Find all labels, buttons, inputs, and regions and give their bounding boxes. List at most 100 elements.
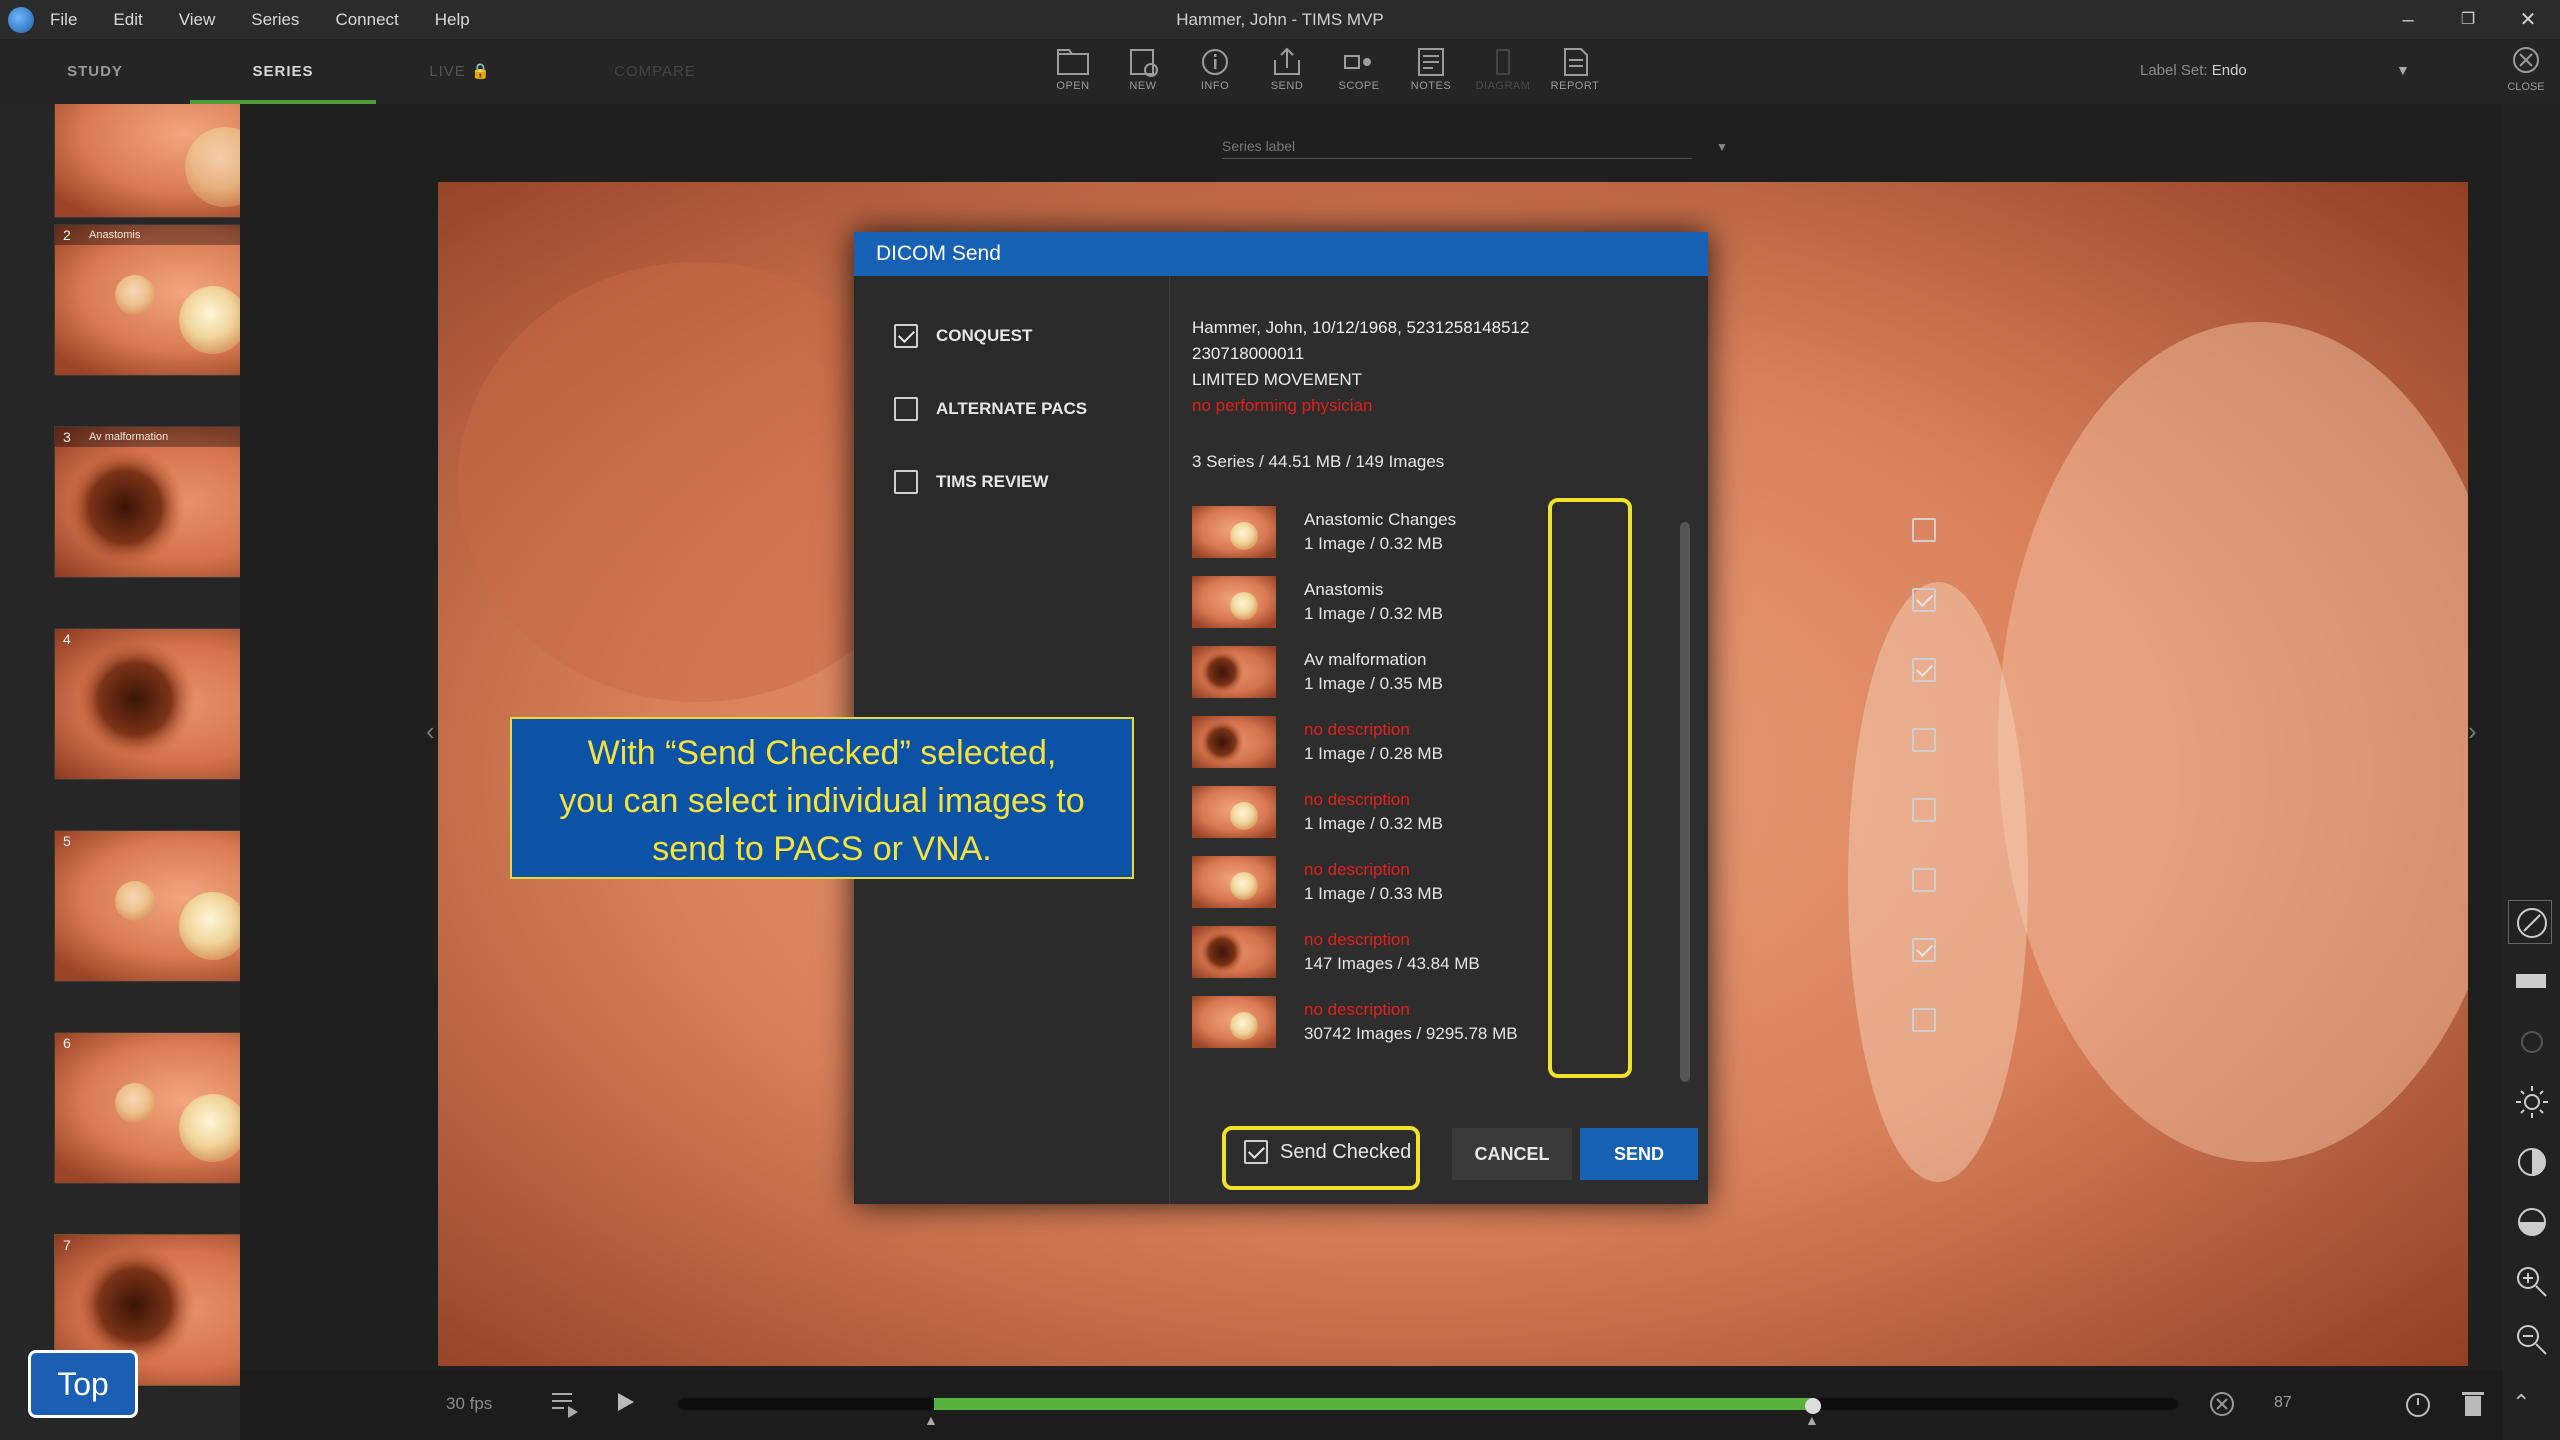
series-thumbnail[interactable]: 4 — [54, 628, 240, 780]
send-toolbar-label: SEND — [1270, 80, 1304, 92]
series-thumbnail[interactable]: 6 — [54, 1032, 240, 1184]
trash-icon[interactable] — [2460, 1388, 2486, 1423]
range-start-handle[interactable]: ▲ — [924, 1412, 938, 1428]
timer-glyph — [2406, 1393, 2430, 1417]
saturation-icon[interactable] — [2508, 1200, 2552, 1244]
cancel-button[interactable]: CANCEL — [1452, 1128, 1572, 1180]
series-thumbnail[interactable] — [54, 104, 240, 218]
fps-readout[interactable]: 30 fps — [446, 1394, 492, 1414]
series-row-size: 1 Image / 0.32 MB — [1304, 814, 1443, 833]
label-set-selector[interactable]: Label Set: Endo — [2140, 62, 2247, 79]
minimize-icon[interactable]: – — [2378, 0, 2438, 40]
notes-button[interactable]: NOTES — [1396, 44, 1466, 100]
destination-label: ALTERNATE PACS — [936, 399, 1088, 418]
contrast-glyph — [2518, 1148, 2546, 1176]
series-list-scrollbar[interactable] — [1680, 522, 1690, 1082]
checkbox-icon[interactable] — [894, 470, 918, 494]
send-button[interactable]: SEND — [1580, 1128, 1698, 1180]
destination-conquest[interactable]: CONQUEST — [894, 324, 1032, 348]
series-thumbnail[interactable]: 2 Anastomis — [54, 224, 240, 376]
thumbnail-name: Av malformation — [89, 431, 169, 443]
expand-up-icon[interactable]: ⌃ — [2512, 1390, 2530, 1416]
send-checked-highlight — [1222, 1126, 1420, 1190]
series-thumbnail[interactable]: 5 — [54, 830, 240, 982]
report-label: REPORT — [1550, 80, 1600, 92]
scope-icon — [1344, 55, 1371, 69]
series-thumbnail[interactable]: 3 Av malformation — [54, 426, 240, 578]
next-image-arrow-icon[interactable]: › — [2468, 716, 2477, 747]
checkbox-icon[interactable] — [1912, 518, 1936, 542]
tab-compare[interactable]: COMPARE — [600, 40, 710, 104]
close-study-label: CLOSE — [2507, 81, 2545, 93]
zoom-out-glyph — [2517, 1325, 2547, 1355]
checkbox-column-highlight — [1548, 498, 1632, 1078]
checkbox-checked-icon[interactable] — [1912, 658, 1936, 682]
thumbnail-number: 2 — [63, 227, 71, 243]
play-icon[interactable] — [614, 1390, 638, 1419]
new-button[interactable]: NEW — [1108, 44, 1178, 100]
report-icon — [1564, 48, 1588, 76]
diagram-button[interactable]: DIAGRAM — [1468, 44, 1538, 100]
report-button[interactable]: REPORT — [1540, 44, 1610, 100]
checkbox-icon[interactable] — [1912, 1008, 1936, 1032]
thumbnail-number: 3 — [63, 429, 71, 445]
diagram-icon — [1496, 49, 1510, 75]
checkbox-checked-icon[interactable] — [894, 324, 918, 348]
frame-number: 87 — [2274, 1394, 2292, 1411]
info-button[interactable]: INFO — [1180, 44, 1250, 100]
previous-image-arrow-icon[interactable]: ‹ — [426, 716, 435, 747]
tab-series[interactable]: SERIES — [190, 40, 376, 104]
clear-range-glyph — [2210, 1392, 2234, 1416]
snapshot-icon[interactable] — [2508, 1020, 2552, 1064]
snapshot-glyph — [2521, 1031, 2543, 1053]
series-row-name: no description — [1304, 720, 1410, 739]
diagram-label: DIAGRAM — [1475, 80, 1531, 92]
destination-alternate-pacs[interactable]: ALTERNATE PACS — [894, 397, 1087, 421]
open-button[interactable]: OPEN — [1038, 44, 1108, 100]
series-row-thumbnail — [1192, 576, 1276, 628]
contrast-icon[interactable] — [2508, 1140, 2552, 1184]
brightness-icon[interactable] — [2508, 1080, 2552, 1124]
checkbox-checked-icon[interactable] — [1912, 938, 1936, 962]
checkbox-icon[interactable] — [894, 397, 918, 421]
top-button[interactable]: Top — [28, 1350, 138, 1418]
tab-live-label: LIVE — [429, 63, 466, 80]
tab-study[interactable]: STUDY — [0, 40, 190, 104]
playlist-icon[interactable] — [550, 1388, 584, 1423]
maximize-icon[interactable]: ❐ — [2438, 0, 2498, 40]
info-icon — [1202, 49, 1228, 75]
send-toolbar-button[interactable]: SEND — [1252, 44, 1322, 100]
dialog-title: DICOM Send — [854, 232, 1708, 276]
folder-icon — [1057, 49, 1089, 75]
destination-tims-review[interactable]: TIMS REVIEW — [894, 470, 1048, 494]
range-end-handle[interactable]: ▲ — [1805, 1412, 1819, 1428]
playlist-glyph — [552, 1393, 578, 1418]
new-study-icon — [1130, 49, 1158, 77]
timer-icon[interactable] — [2404, 1390, 2432, 1423]
clear-range-icon[interactable] — [2208, 1390, 2236, 1423]
procedure-name: LIMITED MOVEMENT — [1192, 370, 1363, 389]
tab-live[interactable]: LIVE 🔒 — [420, 40, 500, 104]
scope-button[interactable]: SCOPE — [1324, 44, 1394, 100]
series-row-name: no description — [1304, 1000, 1410, 1019]
notes-label: NOTES — [1410, 80, 1452, 92]
checkbox-checked-icon[interactable] — [1912, 588, 1936, 612]
new-label: NEW — [1129, 80, 1157, 92]
checkbox-icon[interactable] — [1912, 728, 1936, 752]
film-icon[interactable] — [2508, 960, 2552, 1004]
zoom-in-icon[interactable] — [2508, 1260, 2552, 1304]
close-window-icon[interactable]: ✕ — [2498, 0, 2558, 40]
measure-tool-icon[interactable] — [2508, 900, 2552, 944]
thumbnail-number: 4 — [63, 631, 71, 647]
chevron-down-icon[interactable]: ▼ — [2396, 62, 2410, 78]
zoom-out-icon[interactable] — [2508, 1318, 2552, 1362]
series-row-thumbnail — [1192, 646, 1276, 698]
series-label-input[interactable]: Series label — [1222, 138, 1692, 159]
chevron-down-icon[interactable]: ▼ — [1716, 140, 1728, 154]
close-study-button[interactable]: CLOSE — [2496, 44, 2556, 100]
series-row-size: 1 Image / 0.33 MB — [1304, 884, 1443, 903]
checkbox-icon[interactable] — [1912, 868, 1936, 892]
endoscopy-thumbnail-image — [55, 427, 240, 577]
endoscopy-thumbnail-image — [55, 104, 240, 217]
checkbox-icon[interactable] — [1912, 798, 1936, 822]
